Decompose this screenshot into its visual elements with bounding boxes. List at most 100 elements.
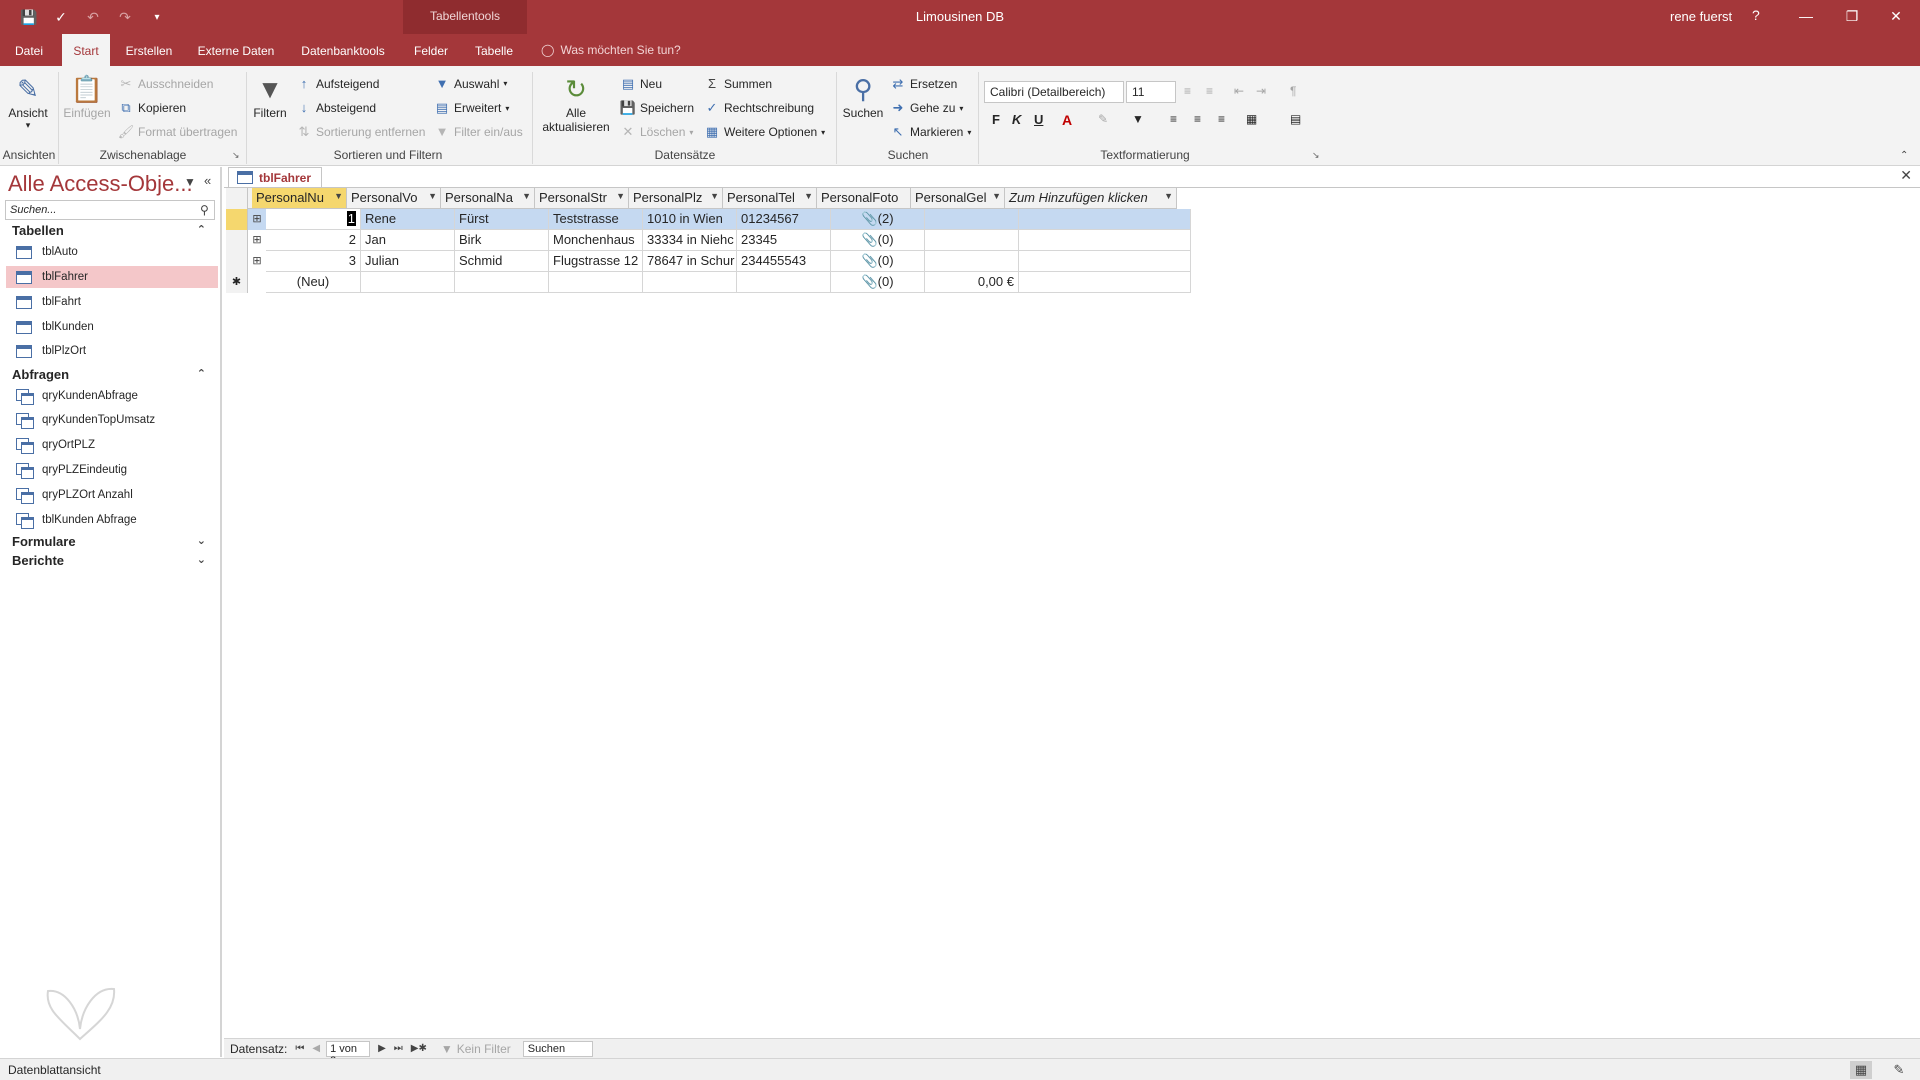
nav-item-query[interactable]: qryPLZOrt Anzahl [6, 484, 218, 506]
cell-vorname[interactable]: Rene [361, 209, 455, 230]
nav-item-query[interactable]: tblKunden Abfrage [6, 509, 218, 531]
column-header[interactable]: PersonalGel ▼ [911, 188, 1005, 209]
column-header[interactable]: PersonalNu ▼ [252, 188, 347, 209]
nav-item-query[interactable]: qryKundenAbfrage [6, 385, 218, 407]
cell-gehalt[interactable] [925, 209, 1019, 230]
cell-telefon[interactable]: 01234567 [737, 209, 831, 230]
record-search-input[interactable]: Suchen [522, 1040, 593, 1057]
new-row-asterisk-icon[interactable]: ✱ [226, 272, 248, 293]
cell-nachname[interactable] [455, 272, 549, 293]
suchen-button[interactable]: ⚲ Suchen [840, 72, 886, 121]
nav-section-tabellen[interactable]: Tabellen ⌃ [12, 223, 212, 238]
datasheet-view-icon[interactable]: ▦ [1850, 1061, 1872, 1079]
nav-item-table[interactable]: tblFahrt [6, 291, 218, 313]
gridlines-icon[interactable]: ▦ [1246, 112, 1257, 126]
tab-tabelle[interactable]: Tabelle [466, 34, 522, 66]
cell-foto[interactable]: 📎(2) [831, 209, 925, 230]
tab-externe-daten[interactable]: Externe Daten [192, 34, 280, 66]
cell-strasse[interactable]: Teststrasse [549, 209, 643, 230]
cell-plz[interactable]: 33334 in Niehc [643, 230, 737, 251]
tab-erstellen[interactable]: Erstellen [118, 34, 180, 66]
kopieren-button[interactable]: ⧉ Kopieren [118, 100, 186, 116]
chevron-down-icon[interactable]: ▼ [804, 191, 813, 201]
nav-item-table[interactable]: tblKunden [6, 316, 218, 338]
underline-button[interactable]: U [1034, 112, 1043, 127]
align-right-icon[interactable]: ≡ [1218, 112, 1225, 126]
select-all-corner[interactable] [226, 188, 248, 209]
column-header[interactable]: PersonalFoto [817, 188, 911, 209]
chevron-down-icon[interactable]: ▼ [334, 191, 343, 201]
nav-section-abfragen[interactable]: Abfragen ⌃ [12, 367, 212, 382]
row-selector[interactable] [226, 230, 248, 251]
cell-telefon[interactable]: 234455543 [737, 251, 831, 272]
nav-section-berichte[interactable]: Berichte ⌄ [12, 553, 212, 568]
cell-vorname[interactable] [361, 272, 455, 293]
save-icon[interactable]: 💾 [18, 7, 40, 27]
cell-foto[interactable]: 📎(0) [831, 230, 925, 251]
cell-strasse[interactable]: Flugstrasse 12 [549, 251, 643, 272]
nav-item-query[interactable]: qryOrtPLZ [6, 434, 218, 456]
cell-telefon[interactable] [737, 272, 831, 293]
last-record-icon[interactable]: ⏭ [394, 1043, 403, 1054]
column-header[interactable]: PersonalTel ▼ [723, 188, 817, 209]
alle-aktualisieren-button[interactable]: ↻ Alle aktualisieren [536, 72, 616, 135]
search-icon[interactable]: ⚲ [200, 203, 209, 217]
column-header[interactable]: PersonalVo ▼ [347, 188, 441, 209]
nav-item-table[interactable]: tblFahrer [6, 266, 218, 288]
filtern-button[interactable]: ▼ Filtern [250, 72, 290, 121]
user-name[interactable]: rene fuerst [1670, 9, 1732, 24]
nav-item-query[interactable]: qryKundenTopUmsatz [6, 409, 218, 431]
close-window-icon[interactable]: ✕ [1876, 4, 1916, 28]
erweitert-button[interactable]: ▤ Erweitert ▾ [434, 100, 510, 116]
minimize-icon[interactable]: — [1786, 4, 1826, 28]
tab-felder[interactable]: Felder [406, 34, 456, 66]
collapse-ribbon-icon[interactable]: ⌃ [1900, 150, 1908, 161]
filter-status[interactable]: ▼ Kein Filter [441, 1042, 511, 1056]
cell-plz[interactable]: 78647 in Schur [643, 251, 737, 272]
ersetzen-button[interactable]: ⇄ Ersetzen [890, 76, 958, 92]
tab-datei[interactable]: Datei [6, 34, 52, 66]
column-header[interactable]: PersonalPlz ▼ [629, 188, 723, 209]
tab-datenbanktools[interactable]: Datenbanktools [294, 34, 392, 66]
chevron-down-icon[interactable]: ▼ [616, 191, 625, 201]
dialog-launcher-icon[interactable]: ↘ [232, 150, 240, 161]
design-view-icon[interactable]: ✎ [1888, 1061, 1910, 1079]
nav-title[interactable]: Alle Access-Obje... [8, 171, 193, 197]
column-header[interactable]: PersonalNa ▼ [441, 188, 535, 209]
collapse-pane-icon[interactable]: « [204, 173, 211, 188]
document-tab[interactable]: tblFahrer [228, 167, 323, 187]
cell-nachname[interactable]: Schmid [455, 251, 549, 272]
first-record-icon[interactable]: ⏮ [295, 1043, 304, 1054]
close-document-icon[interactable]: ✕ [1900, 167, 1912, 184]
bullet-list-icon[interactable]: ≡ [1184, 84, 1191, 98]
filter-ein-aus-button[interactable]: ▼ Filter ein/aus [434, 124, 523, 139]
summen-button[interactable]: Σ Summen [704, 76, 772, 91]
nav-section-formulare[interactable]: Formulare ⌄ [12, 534, 212, 549]
auswahl-button[interactable]: ▼ Auswahl ▾ [434, 76, 508, 91]
markieren-button[interactable]: ↖ Markieren ▾ [890, 124, 972, 140]
cell-foto[interactable]: 📎(0) [831, 272, 925, 293]
form-icon[interactable]: ✓ [50, 7, 72, 27]
font-size-select[interactable]: 11 [1126, 81, 1176, 103]
cell-personalnummer[interactable]: 2 [266, 230, 361, 251]
ansicht-button[interactable]: ✎ Ansicht ▾ [6, 72, 50, 131]
absteigend-button[interactable]: ↓ Absteigend [296, 100, 376, 115]
column-header[interactable]: PersonalStr ▼ [535, 188, 629, 209]
chevron-down-icon[interactable]: ▼ [710, 191, 719, 201]
table-row[interactable]: ⊞ 1 Rene Fürst Teststrasse 1010 in Wien … [226, 209, 1191, 230]
expand-icon[interactable]: ⊞ [248, 251, 266, 272]
nav-item-table[interactable]: tblPlzOrt [6, 340, 218, 362]
weitere-optionen-button[interactable]: ▦ Weitere Optionen ▾ [704, 124, 825, 140]
increase-indent-icon[interactable]: ⇥ [1256, 84, 1266, 98]
chevron-down-icon[interactable]: ▼ [1164, 191, 1173, 201]
align-left-icon[interactable]: ≡ [1170, 112, 1177, 126]
cell-personalnummer[interactable]: 3 [266, 251, 361, 272]
table-row[interactable]: ⊞ 2 Jan Birk Monchenhaus 33334 in Niehc … [226, 230, 1191, 251]
cell-add-field[interactable] [1019, 230, 1191, 251]
cell-personalnummer[interactable]: (Neu) [266, 272, 361, 293]
aufsteigend-button[interactable]: ↑ Aufsteigend [296, 76, 380, 91]
font-color-icon[interactable]: A [1062, 112, 1072, 128]
cell-gehalt[interactable] [925, 251, 1019, 272]
next-record-icon[interactable]: ▶ [378, 1043, 386, 1054]
nav-search-input[interactable]: Suchen... [5, 200, 215, 220]
